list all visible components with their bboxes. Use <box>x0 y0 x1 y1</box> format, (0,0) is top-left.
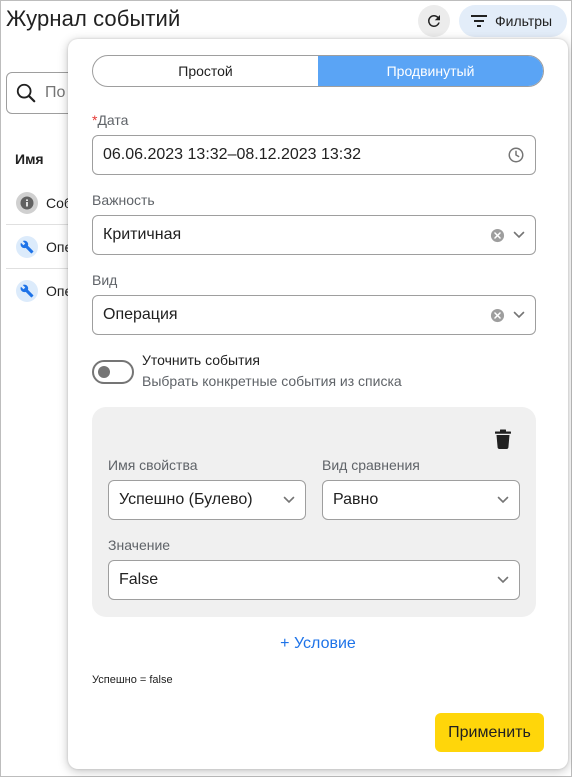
date-range-value: 06.06.2023 13:32–08.12.2023 13:32 <box>103 146 362 163</box>
refresh-button[interactable] <box>418 5 450 37</box>
filter-icon <box>471 15 487 27</box>
wrench-icon <box>16 235 38 258</box>
mode-simple[interactable]: Простой <box>93 56 318 86</box>
filter-panel: Простой Продвинутый *Дата 06.06.2023 13:… <box>68 39 568 769</box>
chevron-down-icon[interactable] <box>513 231 525 239</box>
chevron-down-icon <box>283 496 295 504</box>
date-range-field[interactable]: 06.06.2023 13:32–08.12.2023 13:32 <box>92 135 536 175</box>
date-label: *Дата <box>92 112 128 128</box>
comparison-label: Вид сравнения <box>322 457 420 473</box>
severity-label: Важность <box>92 192 155 208</box>
toggle-knob <box>98 366 110 378</box>
page-title: Журнал событий <box>6 6 181 31</box>
filters-button[interactable]: Фильтры <box>459 5 567 37</box>
chevron-down-icon <box>497 496 509 504</box>
refresh-icon <box>427 14 440 27</box>
severity-select[interactable]: Критичная <box>92 215 536 255</box>
value-select[interactable]: False <box>108 560 520 600</box>
add-condition-link[interactable]: + Условие <box>68 635 568 653</box>
search-icon <box>16 83 36 103</box>
clear-icon[interactable] <box>490 228 505 243</box>
comparison-value: Равно <box>333 491 379 508</box>
search-placeholder: По <box>45 84 66 101</box>
kind-value: Операция <box>103 306 178 323</box>
comparison-select[interactable]: Равно <box>322 480 520 520</box>
refine-events-toggle[interactable] <box>92 360 134 384</box>
date-label-text: Дата <box>97 112 129 128</box>
wrench-icon <box>16 280 38 302</box>
clear-icon[interactable] <box>490 308 505 323</box>
property-name-value: Успешно (Булево) <box>119 491 253 508</box>
trash-icon[interactable] <box>494 429 512 449</box>
filter-summary: Успешно = false <box>92 674 173 686</box>
property-name-label: Имя свойства <box>108 457 198 473</box>
mode-toggle: Простой Продвинутый <box>92 55 544 87</box>
refine-events-title: Уточнить события <box>142 352 260 368</box>
value-value: False <box>119 571 159 588</box>
mode-advanced[interactable]: Продвинутый <box>318 56 543 86</box>
filters-button-label: Фильтры <box>495 13 553 29</box>
chevron-down-icon <box>497 576 509 584</box>
apply-button[interactable]: Применить <box>435 713 544 752</box>
severity-value: Критичная <box>103 226 182 243</box>
condition-card: Имя свойства Успешно (Булево) Вид сравне… <box>92 407 536 617</box>
kind-select[interactable]: Операция <box>92 295 536 335</box>
clock-icon[interactable] <box>507 146 525 164</box>
chevron-down-icon[interactable] <box>513 311 525 319</box>
kind-label: Вид <box>92 272 118 288</box>
refine-events-subtitle: Выбрать конкретные события из списка <box>142 373 402 389</box>
property-name-select[interactable]: Успешно (Булево) <box>108 480 306 520</box>
value-label: Значение <box>108 537 171 553</box>
info-icon <box>16 191 38 214</box>
column-header-name: Имя <box>15 151 44 167</box>
